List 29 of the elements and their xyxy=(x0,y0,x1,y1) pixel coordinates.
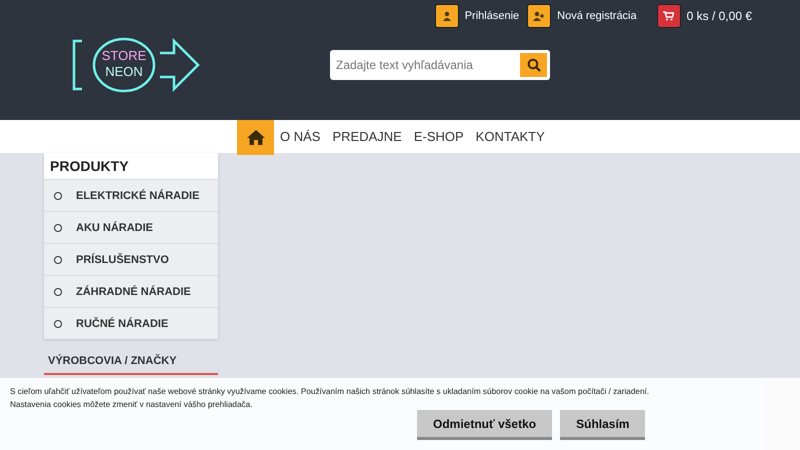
user-plus-icon xyxy=(527,4,552,28)
cookie-button[interactable]: Odmietnuť všetko xyxy=(417,410,552,440)
panel-title: PRODUKTY xyxy=(49,157,130,176)
store-logo[interactable]: STORE NEON xyxy=(72,35,202,95)
user-icon xyxy=(434,4,459,28)
cart-icon xyxy=(656,4,681,28)
category-item[interactable]: ZÁHRADNÉ NÁRADIE xyxy=(44,275,218,307)
home-icon xyxy=(246,130,264,145)
section-title: VÝROBCOVIA / ZNAČKY xyxy=(44,355,218,375)
cookie-text: Nastavenia cookies môžete zmeniť v nastavení vášho prehliadača. xyxy=(10,399,254,411)
nav-link[interactable]: O NÁS xyxy=(274,120,326,153)
search-icon xyxy=(526,58,540,72)
category-item[interactable]: ELEKTRICKÉ NÁRADIE xyxy=(44,179,218,211)
home-button[interactable] xyxy=(237,120,274,155)
account-link[interactable]: Prihlásenie xyxy=(434,3,520,29)
cookie-button[interactable]: Súhlasím xyxy=(560,410,646,440)
cart-link[interactable]: 0 ks / 0,00 € xyxy=(656,3,752,29)
category-item[interactable]: RUČNÉ NÁRADIE xyxy=(44,307,218,339)
search-button[interactable] xyxy=(520,50,550,80)
account-link[interactable]: Nová registrácia xyxy=(527,3,637,29)
nav-link[interactable]: PREDAJNE xyxy=(326,120,408,153)
cookie-text: S cieľom uľahčiť užívateľom používať naše webové stránky využívame cookies. Používaním našich stránok súhlasíte s ukladaním súborov cookie na vašom počítači / zariadení. xyxy=(10,386,650,398)
search-field[interactable]: Zadajte text vyhľadávania xyxy=(330,50,520,80)
logo-text: NEON xyxy=(105,64,143,80)
category-item[interactable]: PRÍSLUŠENSTVO xyxy=(44,243,218,275)
category-item[interactable]: AKU NÁRADIE xyxy=(44,211,218,243)
logo-text: STORE xyxy=(102,48,146,64)
nav-link[interactable]: E-SHOP xyxy=(408,120,470,153)
nav-link[interactable]: KONTAKTY xyxy=(470,120,551,153)
